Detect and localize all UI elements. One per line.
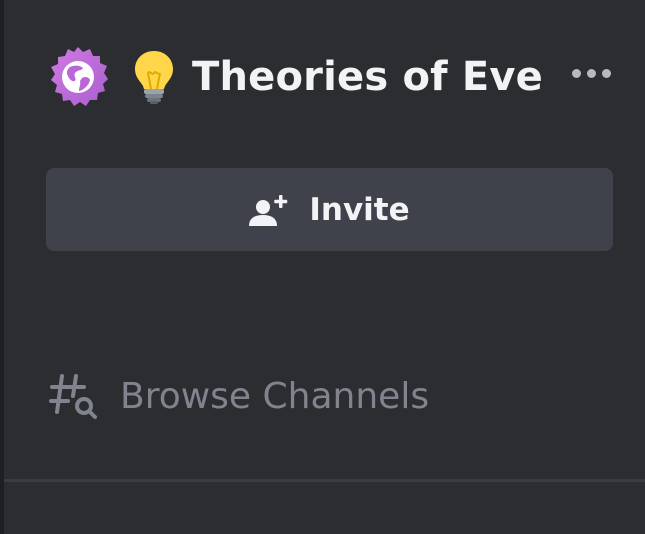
server-sidebar: Theories of Eve... Invite bbox=[0, 0, 645, 534]
channel-search-icon bbox=[48, 370, 100, 422]
browse-channels-label: Browse Channels bbox=[120, 375, 430, 417]
globe-icon bbox=[51, 47, 108, 106]
invite-button[interactable]: Invite bbox=[46, 168, 613, 251]
server-badge bbox=[46, 45, 110, 109]
lightbulb-icon bbox=[132, 49, 176, 105]
invite-label: Invite bbox=[309, 191, 410, 228]
divider bbox=[4, 479, 645, 482]
more-options-dot bbox=[601, 68, 611, 78]
more-options-dot bbox=[586, 68, 596, 78]
more-options-button[interactable] bbox=[566, 60, 616, 86]
sidebar-edge bbox=[0, 0, 4, 534]
more-options-icon bbox=[571, 68, 581, 78]
server-name[interactable]: Theories of Eve... bbox=[192, 54, 542, 100]
add-person-icon bbox=[249, 193, 291, 227]
server-header[interactable]: Theories of Eve... bbox=[46, 44, 616, 110]
browse-channels-item[interactable]: Browse Channels bbox=[48, 364, 429, 428]
